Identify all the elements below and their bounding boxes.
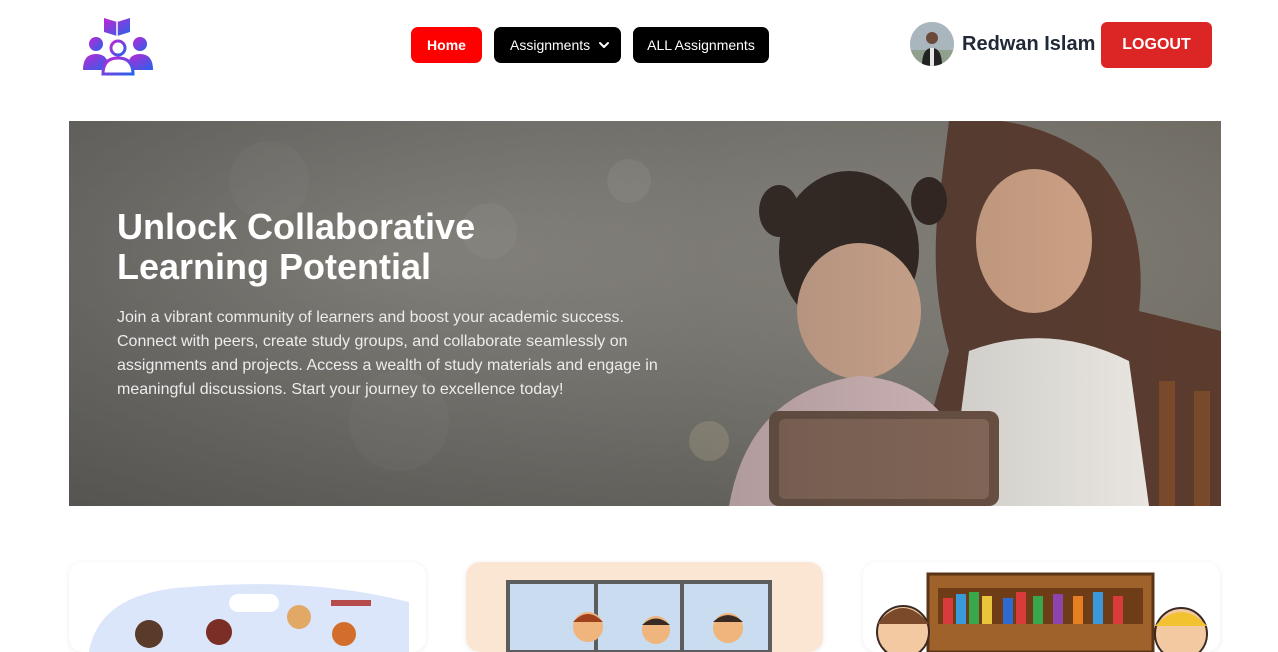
chevron-down-icon [599,42,610,48]
classroom-illustration [466,562,823,652]
feature-card-library[interactable] [863,562,1220,652]
nav-all-assignments-button[interactable]: ALL Assignments [633,27,769,63]
avatar[interactable] [910,22,954,66]
logout-label: LOGOUT [1122,36,1191,53]
nav-home-label: Home [427,37,466,53]
nav-assignments-label: Assignments [510,37,591,53]
study-group-illustration [69,562,426,652]
hero-title-line1: Unlock Collaborative [117,206,476,247]
main-nav: Home Assignments ALL Assignments [411,27,769,63]
nav-home-button[interactable]: Home [411,27,482,63]
user-profile: Redwan Islam [910,22,1095,66]
hero-description: Join a vibrant community of learners and… [117,309,658,398]
feature-card-study-group[interactable] [69,562,426,652]
group-study-logo-icon[interactable] [80,10,156,82]
nav-assignments-dropdown[interactable]: Assignments [494,27,621,63]
user-name: Redwan Islam [962,32,1096,55]
library-illustration [863,562,1220,652]
feature-card-classroom[interactable] [466,562,823,652]
navbar: Home Assignments ALL Assignments Redwan … [0,0,1278,92]
logout-button[interactable]: LOGOUT [1101,22,1212,68]
hero-title: Unlock Collaborative Learning Potential [117,207,537,287]
hero-banner: Unlock Collaborative Learning Potential … [69,121,1221,506]
nav-all-assignments-label: ALL Assignments [647,37,755,53]
hero-title-line2: Learning Potential [117,246,432,287]
